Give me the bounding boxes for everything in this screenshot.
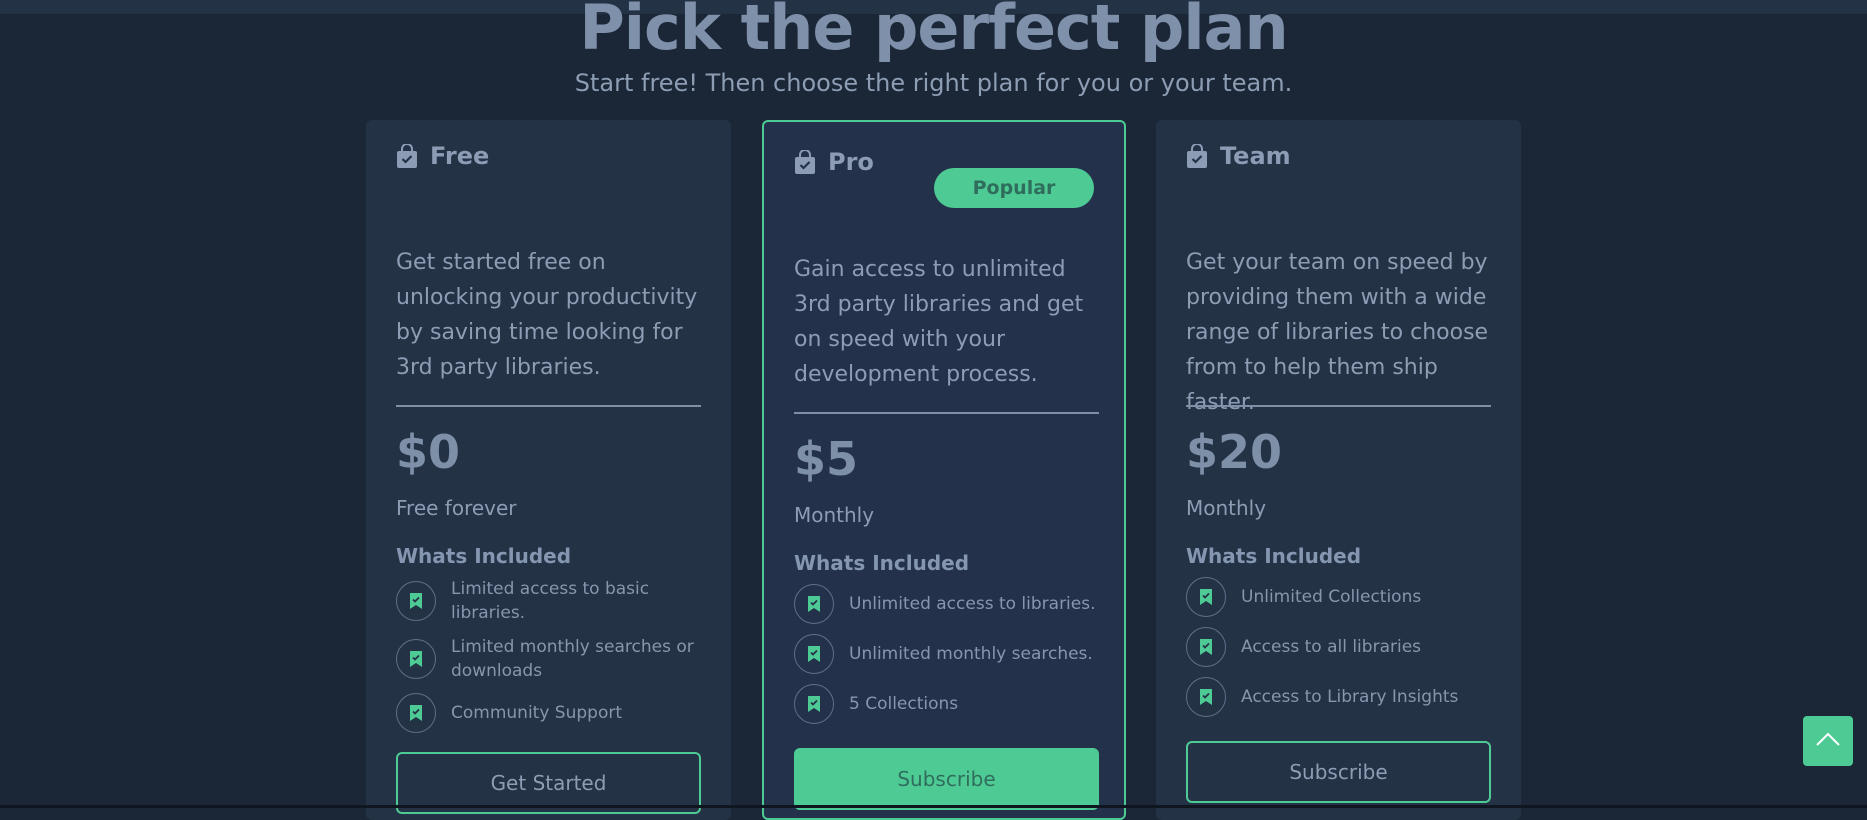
- list-item: Unlimited access to libraries.: [794, 584, 1104, 624]
- bookmark-check-icon: [1186, 627, 1226, 667]
- list-item: Limited access to basic libraries.: [396, 577, 706, 625]
- plan-header: Team: [1186, 142, 1291, 170]
- feature-text: Unlimited Collections: [1241, 587, 1422, 607]
- divider: [794, 412, 1099, 414]
- whats-included-label: Whats Included: [794, 551, 970, 575]
- shopping-bag-check-icon: [794, 149, 816, 174]
- scroll-to-top-button[interactable]: [1803, 716, 1853, 766]
- plan-description: Get your team on speed by providing them…: [1186, 250, 1489, 415]
- feature-list: Unlimited access to libraries. Unlimited…: [794, 584, 1104, 734]
- divider: [1186, 405, 1491, 407]
- plan-card-free: Free Get started free on unlocking your …: [366, 120, 731, 820]
- plan-name: Free: [430, 142, 490, 170]
- list-item: Limited monthly searches or downloads: [396, 635, 706, 683]
- bookmark-check-icon: [396, 693, 436, 733]
- bookmark-check-icon: [794, 634, 834, 674]
- feature-text: Limited monthly searches or downloads: [451, 637, 694, 681]
- feature-text: Limited access to basic libraries.: [451, 579, 650, 623]
- divider: [396, 405, 701, 407]
- whats-included-label: Whats Included: [1186, 544, 1362, 568]
- plan-description: Gain access to unlimited 3rd party libra…: [794, 257, 1084, 387]
- list-item: Community Support: [396, 693, 706, 733]
- shopping-bag-check-icon: [1186, 143, 1208, 168]
- plan-price: $20: [1186, 425, 1283, 479]
- plan-description: Get started free on unlocking your produ…: [396, 250, 698, 380]
- plan-period: Monthly: [1186, 496, 1267, 520]
- plan-period: Free forever: [396, 496, 517, 520]
- plan-header: Free: [396, 142, 489, 170]
- list-item: 5 Collections: [794, 684, 1104, 724]
- popular-badge: Popular: [934, 168, 1094, 208]
- plan-price: $0: [396, 425, 461, 479]
- page-subtitle: Start free! Then choose the right plan f…: [574, 69, 1293, 97]
- subscribe-button[interactable]: Subscribe: [794, 748, 1099, 810]
- feature-text: Community Support: [451, 703, 622, 723]
- list-item: Access to Library Insights: [1186, 677, 1496, 717]
- feature-text: 5 Collections: [849, 694, 959, 714]
- feature-text: Unlimited access to libraries.: [849, 594, 1096, 614]
- list-item: Access to all libraries: [1186, 627, 1496, 667]
- bookmark-check-icon: [396, 581, 436, 621]
- plan-header: Pro: [794, 148, 874, 176]
- bookmark-check-icon: [396, 639, 436, 679]
- feature-text: Access to Library Insights: [1241, 687, 1459, 707]
- plan-period: Monthly: [794, 503, 875, 527]
- bookmark-check-icon: [794, 584, 834, 624]
- plan-price: $5: [794, 432, 859, 486]
- subscribe-button[interactable]: Subscribe: [1186, 741, 1491, 803]
- plan-card-team: Team Get your team on speed by providing…: [1156, 120, 1521, 820]
- bookmark-check-icon: [794, 684, 834, 724]
- shopping-bag-check-icon: [396, 143, 418, 168]
- feature-list: Limited access to basic libraries. Limit…: [396, 577, 706, 743]
- chevron-up-icon: [1815, 731, 1841, 751]
- page-title: Pick the perfect plan: [579, 0, 1288, 64]
- feature-text: Unlimited monthly searches.: [849, 644, 1093, 664]
- list-item: Unlimited monthly searches.: [794, 634, 1104, 674]
- whats-included-label: Whats Included: [396, 544, 572, 568]
- feature-list: Unlimited Collections Access to all libr…: [1186, 577, 1496, 727]
- plan-card-pro: Pro Popular Gain access to unlimited 3rd…: [762, 120, 1126, 820]
- plan-name: Team: [1220, 142, 1291, 170]
- list-item: Unlimited Collections: [1186, 577, 1496, 617]
- feature-text: Access to all libraries: [1241, 637, 1422, 657]
- plan-name: Pro: [828, 148, 874, 176]
- bookmark-check-icon: [1186, 677, 1226, 717]
- bookmark-check-icon: [1186, 577, 1226, 617]
